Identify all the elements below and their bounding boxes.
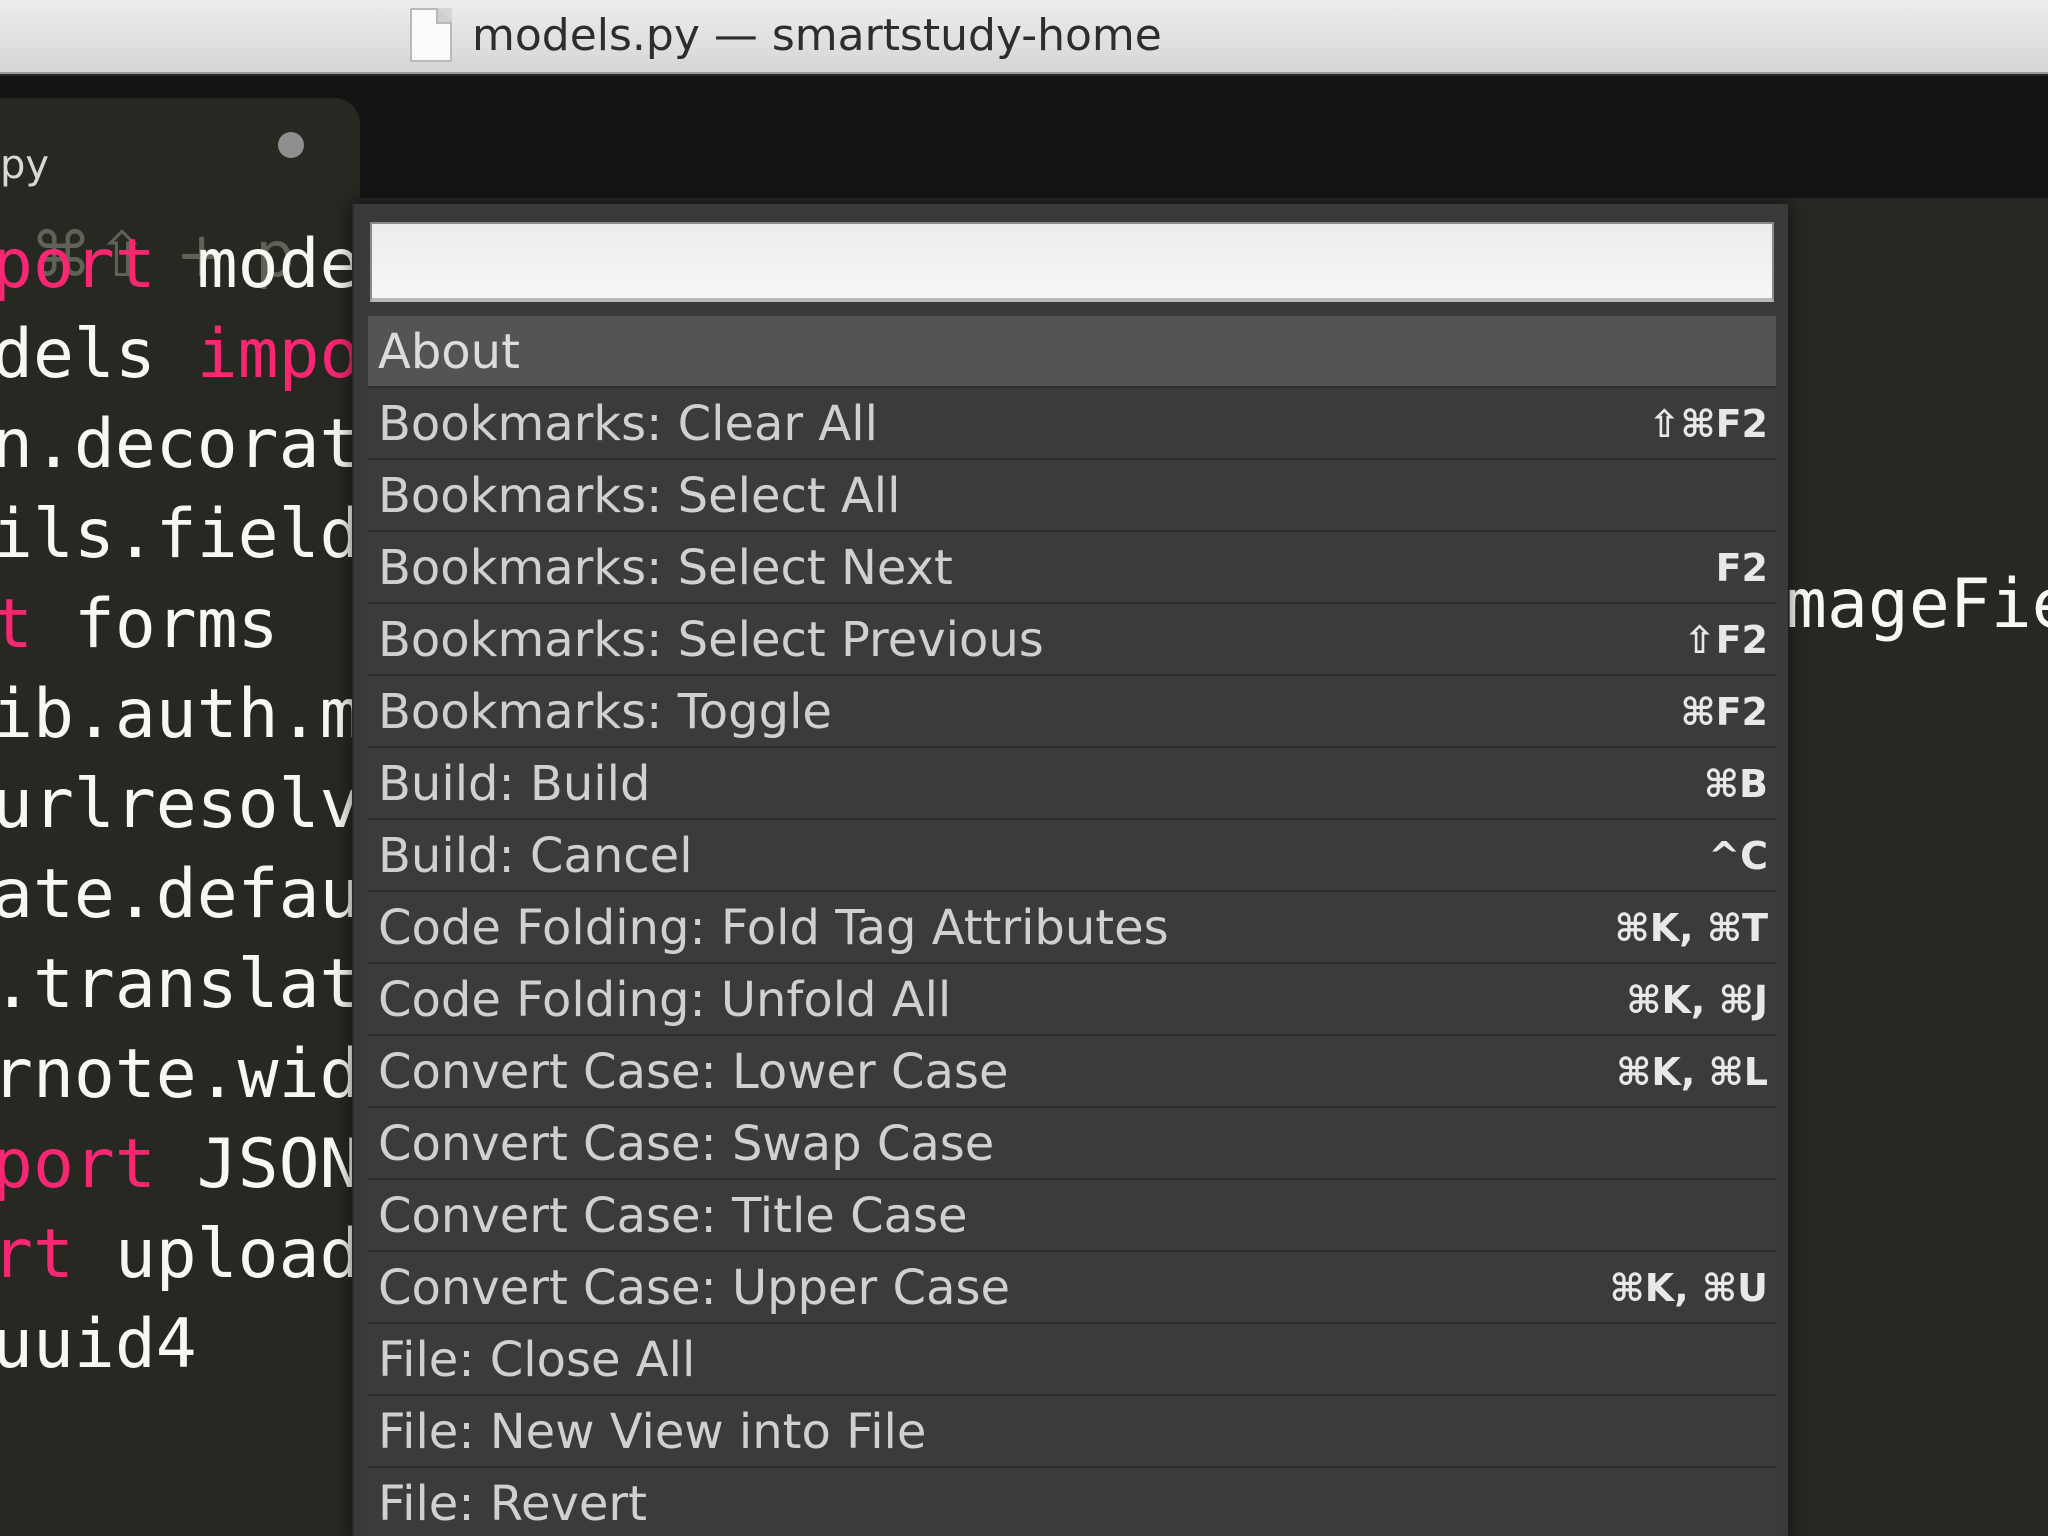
command-label: Convert Case: Swap Case <box>378 1116 995 1172</box>
code-text: ib.auth.m <box>0 675 361 754</box>
command-label: Bookmarks: Toggle <box>378 684 832 740</box>
code-line: port JSON <box>0 1120 360 1210</box>
command-label: Convert Case: Lower Case <box>378 1044 1009 1100</box>
command-shortcut: ⌘K, ⌘T <box>1614 906 1768 950</box>
code-line: dels impo <box>0 310 360 400</box>
code-line: t forms <box>0 580 279 670</box>
code-fragment-right: mageFie <box>1786 565 2048 644</box>
command-shortcut: ⌘K, ⌘L <box>1616 1050 1768 1094</box>
command-palette-search-input[interactable] <box>370 222 1774 302</box>
command-shortcut: F2 <box>1715 546 1768 590</box>
tab-strip: py <box>0 76 2048 198</box>
command-label: File: Close All <box>378 1332 696 1388</box>
command-shortcut: ⇧⌘F2 <box>1648 402 1769 446</box>
code-text: urlresolv <box>0 765 361 844</box>
command-item[interactable]: Bookmarks: Select All <box>368 460 1776 532</box>
code-line: port mode <box>0 220 360 310</box>
command-list: About Bookmarks: Clear All ⇧⌘F2 Bookmarks: … <box>368 316 1776 1536</box>
code-text: ate.defau <box>0 855 361 934</box>
command-item[interactable]: Code Folding: Fold Tag Attributes ⌘K, ⌘T <box>368 892 1776 964</box>
code-line: uuid4 <box>0 1300 197 1390</box>
code-text: rnote.wid <box>0 1035 361 1114</box>
command-item[interactable]: File: New View into File <box>368 1396 1776 1468</box>
command-item[interactable]: File: Revert <box>368 1468 1776 1536</box>
tab-models-py[interactable]: py <box>0 98 360 198</box>
code-keyword: port <box>0 225 156 304</box>
command-label: Code Folding: Unfold All <box>378 972 952 1028</box>
code-text: forms <box>32 585 279 664</box>
command-item[interactable]: Convert Case: Upper Case ⌘K, ⌘U <box>368 1252 1776 1324</box>
command-shortcut: ⌘K, ⌘U <box>1609 1266 1768 1310</box>
command-label: Build: Cancel <box>378 828 693 884</box>
command-item[interactable]: Bookmarks: Select Previous ⇧F2 <box>368 604 1776 676</box>
code-keyword: impo <box>196 315 361 394</box>
code-line: rt upload <box>0 1210 360 1300</box>
command-item[interactable]: Build: Cancel ^C <box>368 820 1776 892</box>
code-text: n.decorat <box>0 405 361 484</box>
code-line: n.decorat <box>0 400 360 490</box>
command-label: Bookmarks: Select Next <box>378 540 953 596</box>
command-item[interactable]: Convert Case: Swap Case <box>368 1108 1776 1180</box>
command-label: Build: Build <box>378 756 651 812</box>
document-icon <box>410 8 452 62</box>
code-text: upload <box>73 1215 361 1294</box>
code-line: ib.auth.m <box>0 670 360 760</box>
code-line: .translat <box>0 940 360 1030</box>
command-label: Bookmarks: Select All <box>378 468 901 524</box>
code-line: ate.defau <box>0 850 360 940</box>
command-shortcut: ⌘B <box>1703 762 1768 806</box>
command-item[interactable]: File: Close All <box>368 1324 1776 1396</box>
code-text: mode <box>155 225 361 304</box>
code-line: urlresolv <box>0 760 360 850</box>
window-title: models.py — smartstudy-home <box>472 10 1162 61</box>
command-shortcut: ⌘K, ⌘J <box>1626 978 1768 1022</box>
command-item[interactable]: Bookmarks: Clear All ⇧⌘F2 <box>368 388 1776 460</box>
command-item[interactable]: Convert Case: Lower Case ⌘K, ⌘L <box>368 1036 1776 1108</box>
command-shortcut: ^C <box>1708 834 1768 878</box>
code-text: uuid4 <box>0 1305 197 1384</box>
command-item[interactable]: Bookmarks: Toggle ⌘F2 <box>368 676 1776 748</box>
command-label: Convert Case: Upper Case <box>378 1260 1011 1316</box>
tab-label: py <box>0 142 50 188</box>
command-label: Code Folding: Fold Tag Attributes <box>378 900 1169 956</box>
code-keyword: t <box>0 585 33 664</box>
window-titlebar: models.py — smartstudy-home <box>0 0 2048 74</box>
command-label: Bookmarks: Clear All <box>378 396 878 452</box>
command-label: About <box>378 324 520 380</box>
command-shortcut: ⌘F2 <box>1680 690 1768 734</box>
command-label: Bookmarks: Select Previous <box>378 612 1044 668</box>
command-item[interactable]: Bookmarks: Select Next F2 <box>368 532 1776 604</box>
code-text: ils.field <box>0 495 361 574</box>
command-label: File: Revert <box>378 1476 647 1532</box>
code-line: ils.field <box>0 490 360 580</box>
command-item[interactable]: Code Folding: Unfold All ⌘K, ⌘J <box>368 964 1776 1036</box>
command-palette: About Bookmarks: Clear All ⇧⌘F2 Bookmarks: … <box>352 204 1788 1536</box>
unsaved-dot-icon[interactable] <box>278 132 304 158</box>
code-line: rnote.wid <box>0 1030 360 1120</box>
command-item[interactable]: Convert Case: Title Case <box>368 1180 1776 1252</box>
command-shortcut: ⇧F2 <box>1683 618 1768 662</box>
command-label: Convert Case: Title Case <box>378 1188 968 1244</box>
command-item[interactable]: About <box>368 316 1776 388</box>
code-text: JSON <box>155 1125 361 1204</box>
command-item[interactable]: Build: Build ⌘B <box>368 748 1776 820</box>
code-keyword: rt <box>0 1215 74 1294</box>
command-label: File: New View into File <box>378 1404 927 1460</box>
code-text: dels <box>0 315 197 394</box>
code-text: .translat <box>0 945 361 1024</box>
code-keyword: port <box>0 1125 156 1204</box>
